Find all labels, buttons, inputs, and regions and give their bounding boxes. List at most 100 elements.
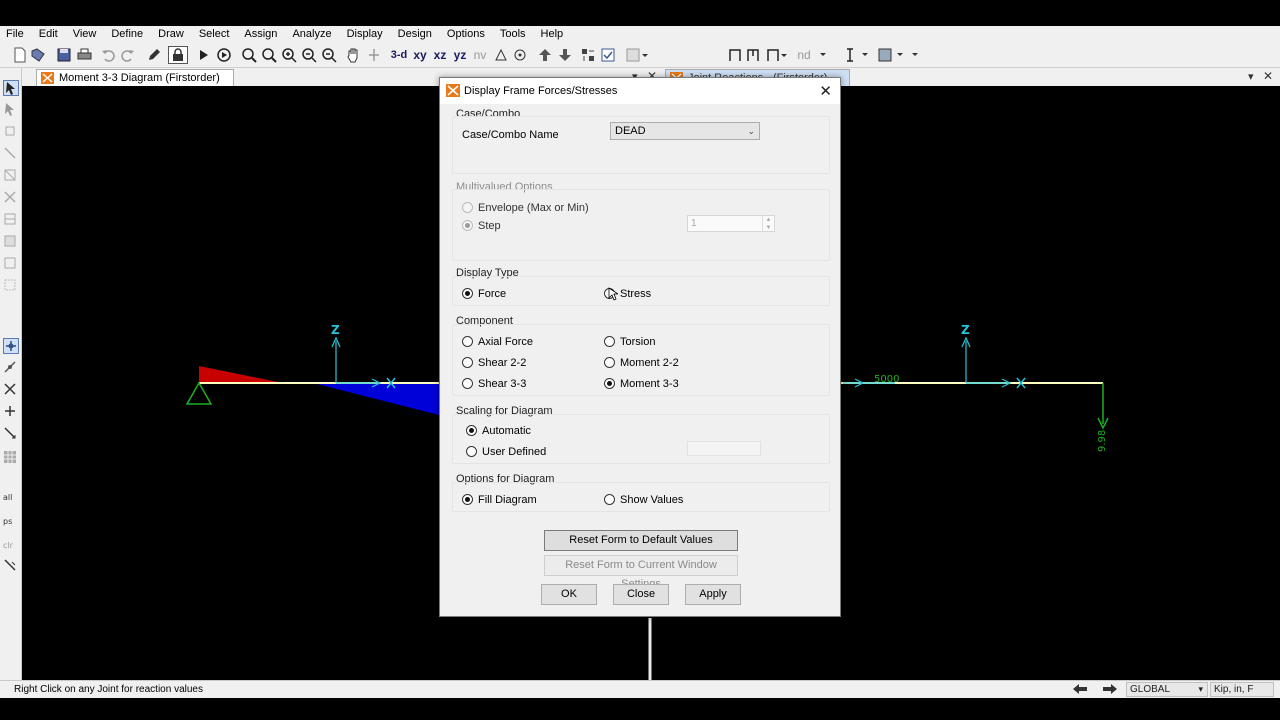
draw-solid-icon[interactable] <box>3 278 19 294</box>
select-all-icon[interactable]: all <box>3 488 19 504</box>
menu-design[interactable]: Design <box>398 28 432 40</box>
zoom-out-step-icon[interactable] <box>321 46 337 64</box>
zoom-out-icon[interactable] <box>301 46 317 64</box>
nd-button[interactable]: nd <box>795 46 813 64</box>
lock-icon[interactable] <box>168 46 188 64</box>
shear-22-radio[interactable] <box>462 357 473 368</box>
undo-icon[interactable] <box>100 46 116 64</box>
force-radio[interactable] <box>462 288 473 299</box>
step-down-icon[interactable]: ▼ <box>762 224 774 232</box>
edit-pencil-icon[interactable] <box>146 46 162 64</box>
run-analysis-icon[interactable] <box>197 46 211 64</box>
pointer-alt-icon[interactable] <box>3 102 19 118</box>
print-icon[interactable] <box>76 46 92 64</box>
moment-22-radio[interactable] <box>604 357 615 368</box>
open-icon[interactable] <box>30 46 46 64</box>
menu-edit[interactable]: Edit <box>39 28 58 40</box>
menu-select[interactable]: Select <box>199 28 230 40</box>
menu-file[interactable]: File <box>6 28 24 40</box>
user-defined-radio[interactable] <box>466 446 477 457</box>
coordinate-system-select[interactable]: GLOBAL ▾ <box>1126 682 1208 697</box>
display-options-icon[interactable] <box>580 46 596 64</box>
step-radio[interactable] <box>462 220 473 231</box>
menu-options[interactable]: Options <box>447 28 485 40</box>
snap-perpendicular-icon[interactable] <box>3 404 19 420</box>
automatic-radio[interactable] <box>466 425 477 436</box>
snap-lines-icon[interactable] <box>3 426 19 442</box>
menu-display[interactable]: Display <box>347 28 383 40</box>
snap-intersection-icon[interactable] <box>3 382 19 398</box>
view-yz-button[interactable]: yz <box>452 46 468 64</box>
draw-frame-icon[interactable] <box>3 146 19 162</box>
menu-draw[interactable]: Draw <box>158 28 184 40</box>
case-combo-select[interactable]: DEAD ⌄ <box>610 122 760 140</box>
step-up-icon[interactable]: ▲ <box>762 216 774 224</box>
zoom-window-icon[interactable] <box>241 46 257 64</box>
chevron-down-icon[interactable] <box>818 46 828 64</box>
forward-arrow-icon[interactable] <box>1102 683 1120 697</box>
view-nv-button[interactable]: nv <box>472 46 488 64</box>
tab-close-icon[interactable]: ✕ <box>1263 69 1273 83</box>
snap-joints-icon[interactable] <box>3 338 19 354</box>
show-values-radio[interactable] <box>604 494 615 505</box>
apply-button[interactable]: Apply <box>685 584 741 605</box>
units-select[interactable]: Kip, in, F <box>1210 682 1274 697</box>
chevron-down-icon[interactable] <box>895 46 905 64</box>
pointer-icon[interactable] <box>3 80 19 96</box>
menu-help[interactable]: Help <box>541 28 564 40</box>
draw-cable-icon[interactable] <box>3 168 19 184</box>
check-icon[interactable] <box>600 46 616 64</box>
back-arrow-icon[interactable] <box>1072 683 1090 697</box>
menu-define[interactable]: Define <box>111 28 143 40</box>
move-up-icon[interactable] <box>537 46 553 64</box>
chevron-down-icon[interactable] <box>860 46 870 64</box>
perspective-icon[interactable] <box>493 46 509 64</box>
tab-menu-chevron-icon[interactable]: ▾ <box>1248 70 1254 83</box>
redo-icon[interactable] <box>120 46 136 64</box>
view-3d-button[interactable]: 3-d <box>390 46 408 64</box>
pan-hand-icon[interactable] <box>345 46 361 64</box>
reset-current-button[interactable]: Reset Form to Current Window Settings <box>544 555 738 590</box>
frame-icon[interactable] <box>727 46 743 64</box>
envelope-radio[interactable] <box>462 202 473 213</box>
torsion-radio[interactable] <box>604 336 615 347</box>
snap-grid-icon[interactable] <box>3 450 19 466</box>
frame-dropdown-icon[interactable] <box>765 46 789 64</box>
chevron-down-icon[interactable] <box>910 46 920 64</box>
snap-midpoint-icon[interactable] <box>3 360 19 376</box>
draw-area-left-icon[interactable] <box>3 234 19 250</box>
tab-moment-diagram[interactable]: Moment 3-3 Diagram (Firstorder) <box>36 69 234 86</box>
moment-33-radio[interactable] <box>604 378 615 389</box>
new-model-icon[interactable] <box>12 46 28 64</box>
reset-default-button[interactable]: Reset Form to Default Values <box>544 530 738 551</box>
close-button[interactable]: Close <box>613 584 669 605</box>
clear-selection-icon[interactable]: clr <box>3 536 19 552</box>
view-xz-button[interactable]: xz <box>432 46 448 64</box>
section-designer-icon[interactable] <box>625 46 649 64</box>
ok-button[interactable]: OK <box>541 584 597 605</box>
frame-joints-icon[interactable] <box>745 46 761 64</box>
zoom-restore-icon[interactable] <box>261 46 277 64</box>
fill-diagram-radio[interactable] <box>462 494 473 505</box>
menu-assign[interactable]: Assign <box>244 28 277 40</box>
step-stepper[interactable]: 1 ▲ ▼ <box>687 215 775 232</box>
draw-secondary-icon[interactable] <box>3 212 19 228</box>
axial-force-radio[interactable] <box>462 336 473 347</box>
cursor-text-icon[interactable] <box>842 46 858 64</box>
move-down-icon[interactable] <box>557 46 573 64</box>
intersecting-line-icon[interactable] <box>3 558 19 574</box>
refresh-view-icon[interactable] <box>512 46 528 64</box>
zoom-in-icon[interactable] <box>281 46 297 64</box>
draw-joint-icon[interactable] <box>3 124 19 140</box>
menu-analyze[interactable]: Analyze <box>292 28 331 40</box>
previous-selection-icon[interactable]: ps <box>3 512 19 528</box>
rotate-3d-icon[interactable] <box>366 46 382 64</box>
draw-brace-icon[interactable] <box>3 190 19 206</box>
close-icon[interactable]: ✕ <box>819 82 832 100</box>
draw-area-icon[interactable] <box>877 46 893 64</box>
draw-rect-area-icon[interactable] <box>3 256 19 272</box>
menu-view[interactable]: View <box>73 28 97 40</box>
save-icon[interactable] <box>56 46 72 64</box>
shear-33-radio[interactable] <box>462 378 473 389</box>
menu-tools[interactable]: Tools <box>500 28 526 40</box>
